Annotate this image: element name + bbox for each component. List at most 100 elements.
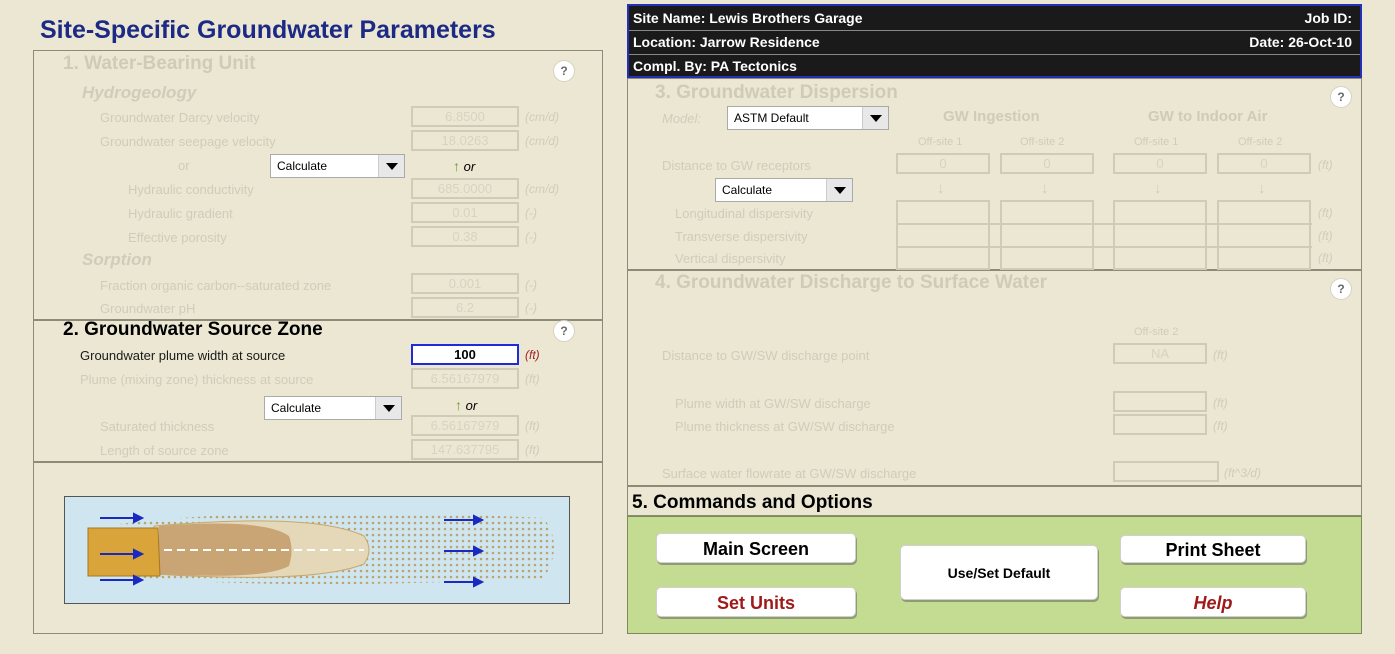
vert-disp-label: Vertical dispersivity (675, 251, 786, 266)
sec4-title: 4. Groundwater Discharge to Surface Wate… (655, 272, 1048, 293)
arrow-down-icon: ↓ (1154, 180, 1162, 197)
foc-unit: (-) (525, 278, 537, 292)
seepage-unit: (cm/d) (525, 134, 559, 148)
darcy-label: Groundwater Darcy velocity (100, 110, 260, 125)
gw-indoor-heading: GW to Indoor Air (1148, 108, 1268, 125)
hydcond-field[interactable]: 685.0000 (411, 178, 519, 199)
long-disp-unit: (ft) (1318, 206, 1333, 220)
porosity-label: Effective porosity (128, 230, 227, 245)
sec1-help-button[interactable]: ? (553, 60, 575, 82)
trans-disp-label: Transverse dispersivity (675, 229, 808, 244)
ph-field[interactable]: 6.2 (411, 297, 519, 318)
dist-field-3[interactable]: 0 (1113, 153, 1207, 174)
len-field[interactable]: 147.637795 (411, 439, 519, 460)
porosity-field[interactable]: 0.38 (411, 226, 519, 247)
sec3-title: 3. Groundwater Dispersion (655, 82, 898, 103)
sat-label: Saturated thickness (100, 419, 215, 434)
main-screen-button[interactable]: Main Screen (656, 533, 856, 563)
vert-disp-unit: (ft) (1318, 251, 1333, 265)
arrow-down-icon: ↓ (1258, 180, 1266, 197)
model-select[interactable]: ASTM Default (727, 106, 889, 130)
sec3-calc-select-value: Calculate (722, 183, 773, 197)
ph-unit: (-) (525, 301, 537, 315)
arrow-down-icon: ↓ (937, 180, 945, 197)
use-set-default-button[interactable]: Use/Set Default (900, 545, 1098, 600)
sec2-or-arrow: ↑ or (455, 397, 477, 413)
gwsw-dist-field[interactable]: NA (1113, 343, 1207, 364)
help-button[interactable]: Help (1120, 587, 1306, 617)
hydcond-label: Hydraulic conductivity (128, 182, 254, 197)
chevron-down-icon (375, 397, 401, 419)
dist-gw-label: Distance to GW receptors (662, 158, 811, 173)
sec2-or-text: or (465, 398, 478, 413)
plume-thick-unit: (ft) (525, 372, 540, 386)
flowrate-field[interactable] (1113, 461, 1219, 482)
sorption-heading: Sorption (82, 250, 152, 269)
hydcond-unit: (cm/d) (525, 182, 559, 196)
flowrate-label: Surface water flowrate at GW/SW discharg… (662, 466, 917, 481)
plume-thick-label: Plume (mixing zone) thickness at source (80, 372, 314, 387)
len-unit: (ft) (525, 443, 540, 457)
dist-field-4[interactable]: 0 (1217, 153, 1311, 174)
arrow-down-icon: ↓ (1041, 180, 1049, 197)
dispersivity-grid-2 (1000, 200, 1094, 270)
plume-width-field[interactable]: 100 (411, 344, 519, 365)
dispersivity-grid-4 (1217, 200, 1311, 270)
darcy-field[interactable]: 6.8500 (411, 106, 519, 127)
sec1-calc-select[interactable]: Calculate (270, 154, 405, 178)
seepage-label: Groundwater seepage velocity (100, 134, 276, 149)
arrow-up-icon: ↑ (455, 397, 462, 413)
plume-thick-discharge-label: Plume thickness at GW/SW discharge (675, 419, 895, 434)
sat-field[interactable]: 6.56167979 (411, 415, 519, 436)
gwsw-dist-label: Distance to GW/SW discharge point (662, 348, 870, 363)
sec1-title: 1. Water-Bearing Unit (63, 53, 256, 74)
indoor-offsite2: Off-site 2 (1238, 136, 1283, 148)
print-sheet-button[interactable]: Print Sheet (1120, 535, 1306, 563)
indoor-offsite1: Off-site 1 (1134, 136, 1179, 148)
plume-width-label: Groundwater plume width at source (80, 348, 286, 363)
plume-thick-discharge-unit: (ft) (1213, 419, 1228, 433)
sec1-calc-select-value: Calculate (277, 159, 328, 173)
foc-label: Fraction organic carbon--saturated zone (100, 278, 332, 293)
model-select-value: ASTM Default (734, 111, 809, 125)
sec2-calc-select[interactable]: Calculate (264, 396, 402, 420)
plume-thick-discharge-field[interactable] (1113, 414, 1207, 435)
dist-unit: (ft) (1318, 158, 1333, 172)
long-disp-label: Longitudinal dispersivity (675, 206, 814, 221)
plume-width-discharge-field[interactable] (1113, 391, 1207, 412)
gradient-field[interactable]: 0.01 (411, 202, 519, 223)
dispersivity-grid-3 (1113, 200, 1207, 270)
plume-width-discharge-unit: (ft) (1213, 396, 1228, 410)
site-name: Site Name: Lewis Brothers Garage (633, 10, 863, 26)
dispersivity-grid-1 (896, 200, 990, 270)
plume-diagram (64, 496, 570, 604)
dist-field-1[interactable]: 0 (896, 153, 990, 174)
ingestion-offsite1: Off-site 1 (918, 136, 963, 148)
sec1-or-label: or (178, 158, 190, 173)
set-units-button[interactable]: Set Units (656, 587, 856, 617)
flowrate-unit: (ft^3/d) (1224, 466, 1261, 480)
foc-field[interactable]: 0.001 (411, 273, 519, 294)
plume-thick-field[interactable]: 6.56167979 (411, 368, 519, 389)
sec1-or-text: or (463, 159, 476, 174)
len-label: Length of source zone (100, 443, 229, 458)
discharge-panel (627, 270, 1362, 486)
gwsw-dist-unit: (ft) (1213, 348, 1228, 362)
sec3-help-button[interactable]: ? (1330, 86, 1352, 108)
darcy-unit: (cm/d) (525, 110, 559, 124)
ingestion-offsite2: Off-site 2 (1020, 136, 1065, 148)
sec3-calc-select[interactable]: Calculate (715, 178, 853, 202)
sec2-help-button[interactable]: ? (553, 320, 575, 342)
page-title: Site-Specific Groundwater Parameters (40, 16, 496, 44)
sec1-or-arrow: ↑ or (453, 158, 475, 174)
location: Location: Jarrow Residence (633, 34, 820, 50)
trans-disp-unit: (ft) (1318, 229, 1333, 243)
dist-field-2[interactable]: 0 (1000, 153, 1094, 174)
chevron-down-icon (378, 155, 404, 177)
sec4-help-button[interactable]: ? (1330, 278, 1352, 300)
plume-width-unit: (ft) (525, 348, 540, 362)
arrow-up-icon: ↑ (453, 158, 460, 174)
gradient-unit: (-) (525, 206, 537, 220)
seepage-field[interactable]: 18.0263 (411, 130, 519, 151)
site-info-header: Site Name: Lewis Brothers Garage Job ID:… (627, 4, 1362, 78)
